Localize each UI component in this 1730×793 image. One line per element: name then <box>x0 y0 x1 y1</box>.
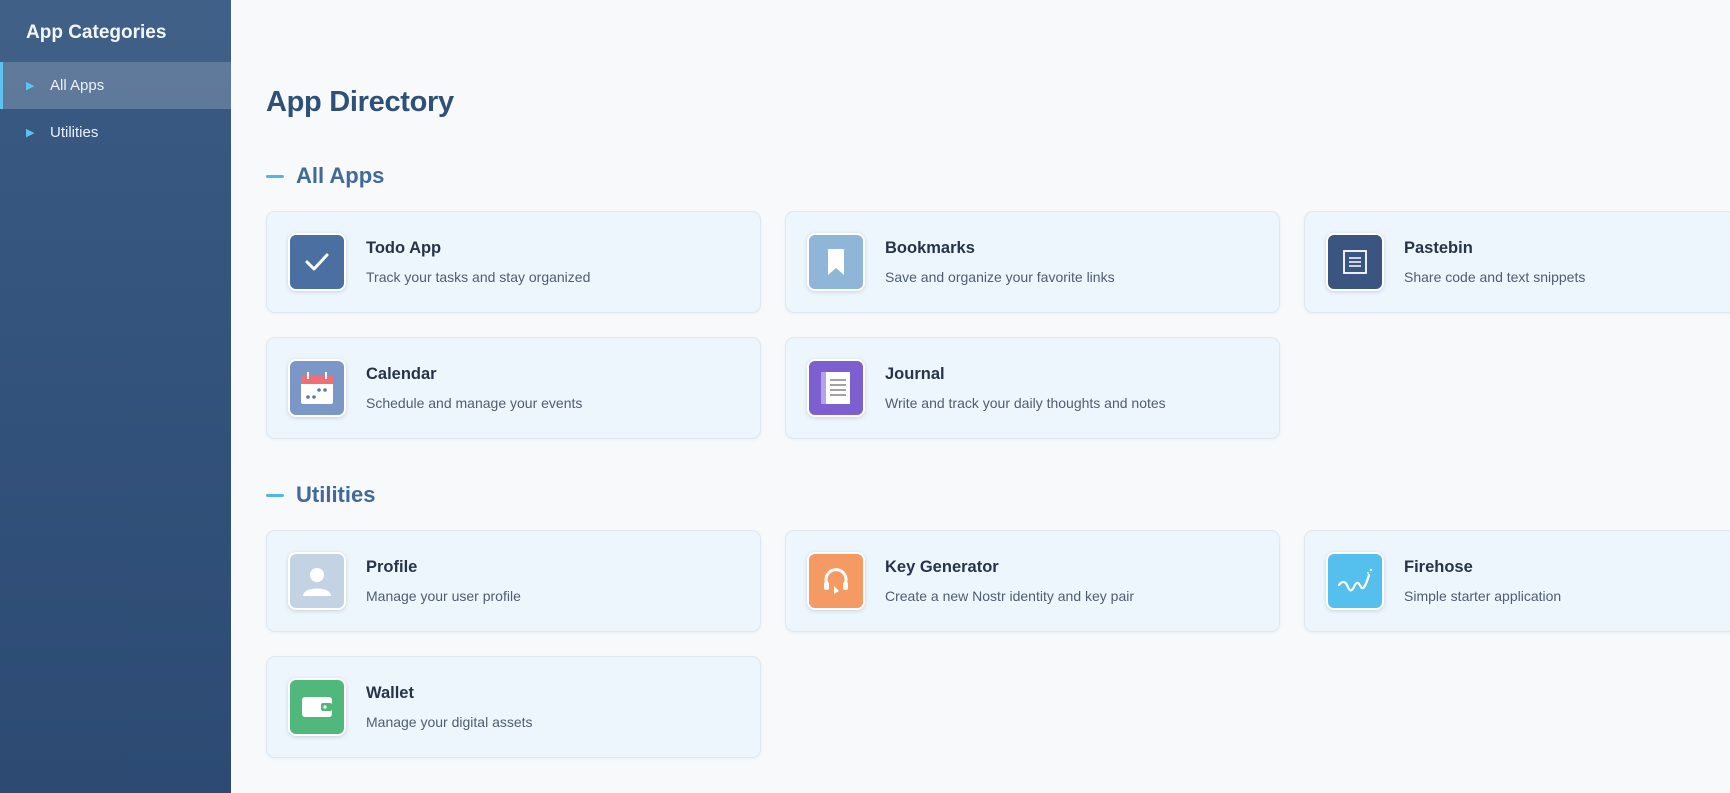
main-content: App Directory All Apps Todo App Track yo… <box>266 0 1730 793</box>
app-card-bookmarks[interactable]: Bookmarks Save and organize your favorit… <box>785 211 1280 313</box>
section-header-utilities: Utilities <box>266 482 375 508</box>
user-icon <box>288 552 346 610</box>
notebook-icon <box>807 359 865 417</box>
sidebar-item-label: Utilities <box>50 124 99 141</box>
app-description: Manage your user profile <box>366 588 521 604</box>
sidebar-item-all-apps[interactable]: ▶ All Apps <box>0 62 231 109</box>
app-name: Journal <box>885 365 945 383</box>
app-description: Create a new Nostr identity and key pair <box>885 588 1135 604</box>
app-card-journal[interactable]: Journal Write and track your daily thoug… <box>785 337 1280 439</box>
app-card-calendar[interactable]: Calendar Schedule and manage your events <box>266 337 761 439</box>
triangle-right-icon: ▶ <box>26 127 35 139</box>
section-header-all-apps: All Apps <box>266 163 384 189</box>
app-card-todo[interactable]: Todo App Track your tasks and stay organ… <box>266 211 761 313</box>
app-name: Profile <box>366 558 418 576</box>
sidebar-item-utilities[interactable]: ▶ Utilities <box>0 109 231 156</box>
app-description: Write and track your daily thoughts and … <box>885 395 1166 411</box>
wallet-icon <box>288 678 346 736</box>
app-card-key-generator[interactable]: Key Generator Create a new Nostr identit… <box>785 530 1280 632</box>
bookmark-icon <box>807 233 865 291</box>
app-name: Bookmarks <box>885 239 975 257</box>
app-name: Pastebin <box>1404 239 1473 257</box>
checkmark-icon <box>288 233 346 291</box>
section-title: All Apps <box>296 163 385 188</box>
document-icon <box>1326 233 1384 291</box>
section-title: Utilities <box>296 482 376 507</box>
section-dash <box>266 174 284 178</box>
sidebar-title: App Categories <box>0 0 231 62</box>
app-description: Schedule and manage your events <box>366 395 583 411</box>
app-description: Track your tasks and stay organized <box>366 269 591 285</box>
sidebar: App Categories ▶ All Apps ▶ Utilities <box>0 0 231 793</box>
app-name: Wallet <box>366 684 414 702</box>
triangle-right-icon: ▶ <box>26 80 35 92</box>
section-dash <box>266 493 284 497</box>
app-name: Firehose <box>1404 558 1473 576</box>
app-card-firehose[interactable]: Firehose Simple starter application <box>1304 530 1730 632</box>
calendar-icon <box>288 359 346 417</box>
app-name: Calendar <box>366 365 437 383</box>
page-title: App Directory <box>266 86 454 118</box>
app-card-wallet[interactable]: Wallet Manage your digital assets <box>266 656 761 758</box>
squiggle-icon <box>1326 552 1384 610</box>
app-name: Key Generator <box>885 558 999 576</box>
app-description: Manage your digital assets <box>366 714 533 730</box>
app-description: Simple starter application <box>1404 588 1562 604</box>
key-icon <box>807 552 865 610</box>
app-card-profile[interactable]: Profile Manage your user profile <box>266 530 761 632</box>
app-card-pastebin[interactable]: Pastebin Share code and text snippets <box>1304 211 1730 313</box>
sidebar-item-label: All Apps <box>50 77 105 94</box>
app-description: Save and organize your favorite links <box>885 269 1115 285</box>
app-name: Todo App <box>366 239 442 257</box>
app-description: Share code and text snippets <box>1404 269 1586 285</box>
